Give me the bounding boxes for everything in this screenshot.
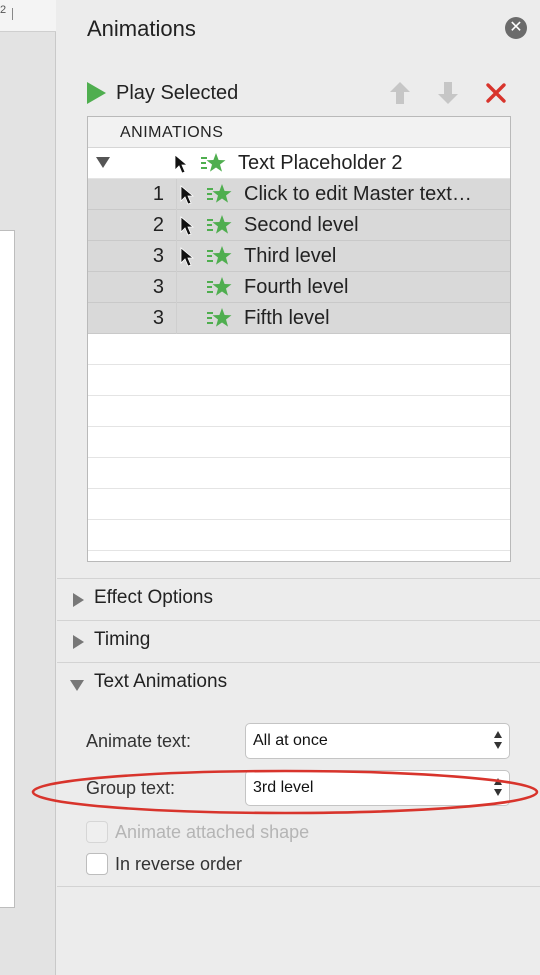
empty-row [88,396,510,427]
disclosure-triangle-icon[interactable] [96,157,110,168]
star-effect-icon [206,276,232,298]
reverse-order-checkbox[interactable]: In reverse order [86,852,242,876]
group-text-select[interactable]: 3rd level [245,770,510,806]
stepper-arrows-icon [494,731,503,751]
empty-row [88,489,510,520]
chevron-down-icon [70,680,84,691]
slide-canvas[interactable] [0,230,15,908]
item-label: Second level [244,214,359,236]
list-item[interactable]: 2 Second level [88,210,510,241]
close-icon[interactable]: ✕ [505,17,527,39]
section-text-animations[interactable]: Text Animations [57,662,540,704]
star-effect-icon [206,214,232,236]
mouse-cursor-icon [174,154,188,174]
play-selected-label: Play Selected [116,81,239,104]
item-label: Third level [244,245,337,267]
empty-row [88,458,510,489]
checkbox-box [86,821,108,843]
list-item[interactable]: 3 Third level [88,241,510,272]
mouse-cursor-icon [180,185,194,205]
play-selected-button[interactable]: Play Selected [87,80,238,106]
animate-text-label: Animate text: [86,731,192,751]
empty-row [88,334,510,365]
order-number: 2 [152,214,164,236]
item-label: Click to edit Master text… [244,183,472,205]
empty-row [88,365,510,396]
star-effect-icon [206,245,232,267]
stepper-arrows-icon [494,778,503,798]
animate-text-value: All at once [253,732,328,749]
delete-x-icon[interactable] [484,80,508,106]
slide-editor-area: 2 [0,0,56,975]
order-number: 1 [152,183,164,205]
checkbox-box [86,853,108,875]
empty-row [88,520,510,551]
star-effect-icon [206,183,232,205]
section-timing[interactable]: Timing [57,620,540,662]
list-item[interactable]: 3 Fourth level [88,272,510,303]
column-separator [176,303,177,334]
mouse-cursor-icon [180,216,194,236]
mouse-cursor-icon [180,247,194,267]
section-label: Text Animations [94,671,228,692]
order-number: 3 [152,307,164,329]
animations-pane: Animations ✕ Play Selected ANIMATIONS Te… [57,0,540,975]
column-separator [176,241,177,272]
ruler: 2 [0,0,56,32]
list-item[interactable]: 3 Fifth level [88,303,510,334]
arrow-up-icon[interactable] [388,80,412,106]
group-text-value: 3rd level [253,779,314,796]
parent-label: Text Placeholder 2 [238,152,403,174]
item-label: Fifth level [244,307,330,329]
checkbox-label: In reverse order [115,853,243,874]
chevron-right-icon [73,593,84,607]
chevron-right-icon [73,635,84,649]
list-header: ANIMATIONS [88,117,510,148]
play-icon [87,82,106,104]
ruler-number: 2 [0,4,7,16]
animate-attached-shape-checkbox[interactable]: Animate attached shape [86,820,309,844]
animations-list[interactable]: ANIMATIONS Text Placeholder 2 1 Click to… [87,116,511,562]
column-separator [176,272,177,303]
list-item[interactable]: 1 Click to edit Master text… [88,179,510,210]
section-label: Effect Options [94,587,213,608]
item-label: Fourth level [244,276,349,298]
order-number: 3 [152,276,164,298]
animate-text-select[interactable]: All at once [245,723,510,759]
column-separator [176,210,177,241]
order-number: 3 [152,245,164,267]
section-label: Timing [94,629,151,650]
divider [57,886,540,887]
star-effect-icon [200,152,226,174]
section-effect-options[interactable]: Effect Options [57,578,540,620]
arrow-down-icon[interactable] [436,80,460,106]
ruler-tick [12,8,13,20]
empty-row [88,427,510,458]
star-effect-icon [206,307,232,329]
list-item-parent[interactable]: Text Placeholder 2 [88,148,510,179]
checkbox-label: Animate attached shape [115,821,310,842]
column-separator [176,179,177,210]
group-text-label: Group text: [86,778,176,798]
pane-title: Animations [87,16,196,41]
